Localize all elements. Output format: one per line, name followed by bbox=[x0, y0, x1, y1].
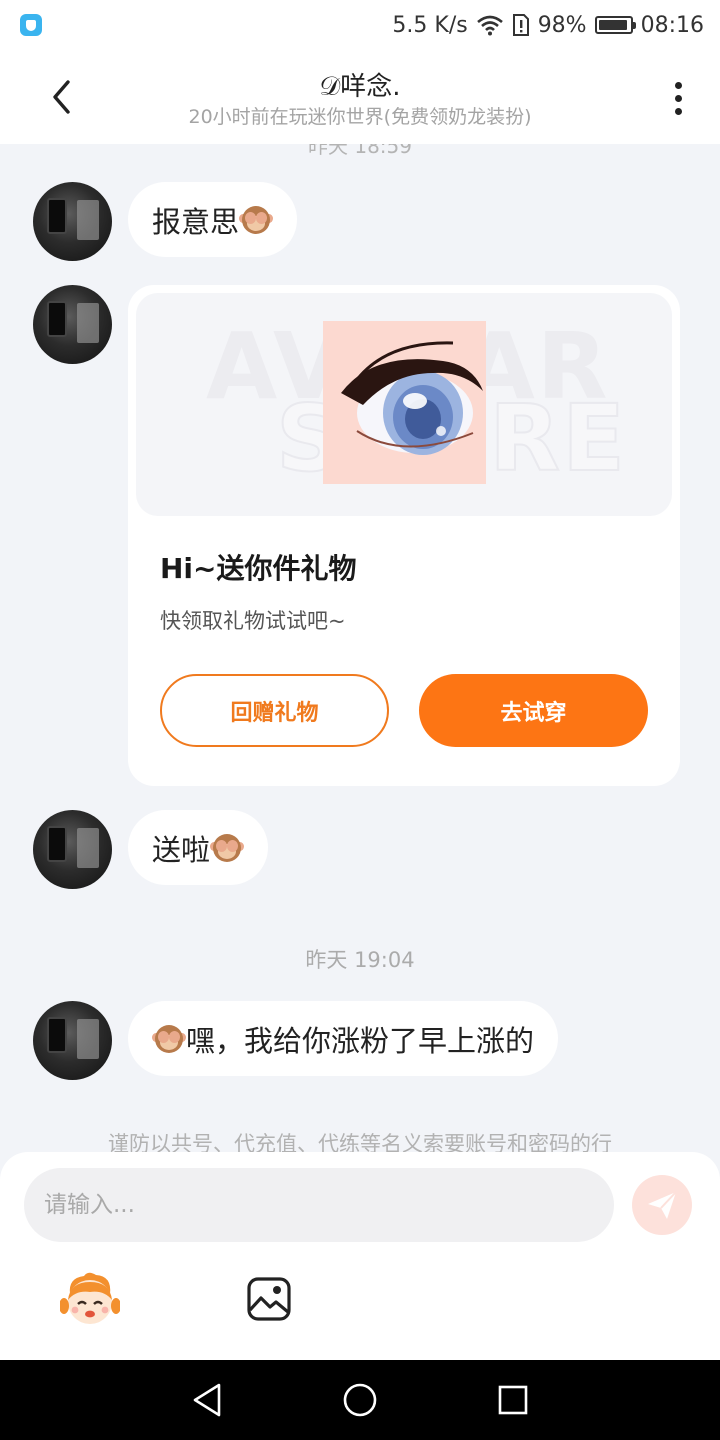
nav-recents-button[interactable] bbox=[483, 1370, 543, 1430]
anime-eye-image bbox=[323, 321, 486, 484]
sender-avatar[interactable] bbox=[33, 810, 112, 889]
nav-back-icon bbox=[193, 1383, 220, 1417]
status-right: 5.5 K/s 98% 08:16 bbox=[392, 13, 704, 38]
gift-card[interactable]: AVATAR STORE bbox=[128, 285, 680, 786]
contact-activity: 20小时前在玩迷你世界(免费领奶龙装扮) bbox=[188, 106, 532, 128]
gift-image-area: AVATAR STORE bbox=[136, 293, 672, 516]
try-on-button[interactable]: 去试穿 bbox=[419, 674, 648, 747]
timestamp: 昨天 19:04 bbox=[305, 948, 415, 972]
status-bar: 5.5 K/s 98% 08:16 bbox=[0, 0, 720, 50]
emoji-button[interactable] bbox=[59, 1270, 121, 1328]
battery-icon bbox=[594, 16, 636, 34]
input-panel bbox=[0, 1152, 720, 1360]
message-input[interactable] bbox=[24, 1168, 614, 1242]
more-vertical-icon bbox=[674, 81, 682, 89]
safety-notice: 谨防以共号、代充值、代练等名义索要账号和密码的行 bbox=[108, 1132, 612, 1154]
system-nav-bar bbox=[0, 1360, 720, 1440]
message-list[interactable]: 昨天 18:59 报意思 AVATAR STORE bbox=[0, 144, 720, 1154]
timestamp: 昨天 18:59 bbox=[308, 144, 412, 158]
return-gift-button[interactable]: 回赠礼物 bbox=[160, 674, 389, 747]
chat-screen: 5.5 K/s 98% 08:16 𝒟咩念. 20小时前在玩迷你世界(免费领奶龙… bbox=[0, 0, 720, 1440]
message-text: 嘿，我给你涨粉了早上涨的 bbox=[186, 1023, 535, 1058]
wifi-icon bbox=[476, 15, 503, 36]
sender-avatar[interactable] bbox=[33, 182, 112, 261]
message-text: 送啦 bbox=[152, 832, 211, 867]
clock: 08:16 bbox=[640, 12, 704, 38]
image-icon bbox=[247, 1277, 291, 1321]
image-button[interactable] bbox=[246, 1276, 292, 1322]
sim-alert-icon bbox=[512, 14, 529, 36]
net-speed: 5.5 K/s bbox=[392, 12, 468, 38]
message-text: 报意思 bbox=[152, 204, 240, 239]
gift-title: Hi~送你件礼物 bbox=[160, 552, 357, 585]
more-button[interactable] bbox=[660, 76, 696, 120]
sender-avatar[interactable] bbox=[33, 1001, 112, 1080]
nav-home-icon bbox=[343, 1383, 377, 1417]
nav-recents-icon bbox=[499, 1385, 528, 1415]
nav-back-button[interactable] bbox=[177, 1370, 237, 1430]
chat-header: 𝒟咩念. 20小时前在玩迷你世界(免费领奶龙装扮) bbox=[0, 50, 720, 144]
message-bubble[interactable]: 报意思 bbox=[128, 182, 298, 257]
monkey-emoji-icon bbox=[239, 204, 274, 236]
message-bubble[interactable]: 送啦 bbox=[128, 810, 269, 885]
message-bubble[interactable]: 嘿，我给你涨粉了早上涨的 bbox=[128, 1001, 559, 1076]
contact-name: 𝒟咩念. bbox=[319, 72, 401, 102]
sender-avatar[interactable] bbox=[33, 285, 112, 364]
monkey-emoji-icon bbox=[210, 832, 245, 864]
send-button[interactable] bbox=[632, 1175, 692, 1235]
gift-thumbnail[interactable] bbox=[323, 321, 486, 484]
app-notification-icon bbox=[20, 14, 42, 36]
nav-home-button[interactable] bbox=[330, 1370, 390, 1430]
gift-description: 快领取礼物试试吧~ bbox=[160, 609, 346, 633]
battery-percent: 98% bbox=[537, 12, 587, 38]
monkey-emoji-icon bbox=[152, 1023, 186, 1055]
emoji-avatar-icon bbox=[59, 1272, 121, 1324]
send-icon bbox=[648, 1191, 677, 1219]
